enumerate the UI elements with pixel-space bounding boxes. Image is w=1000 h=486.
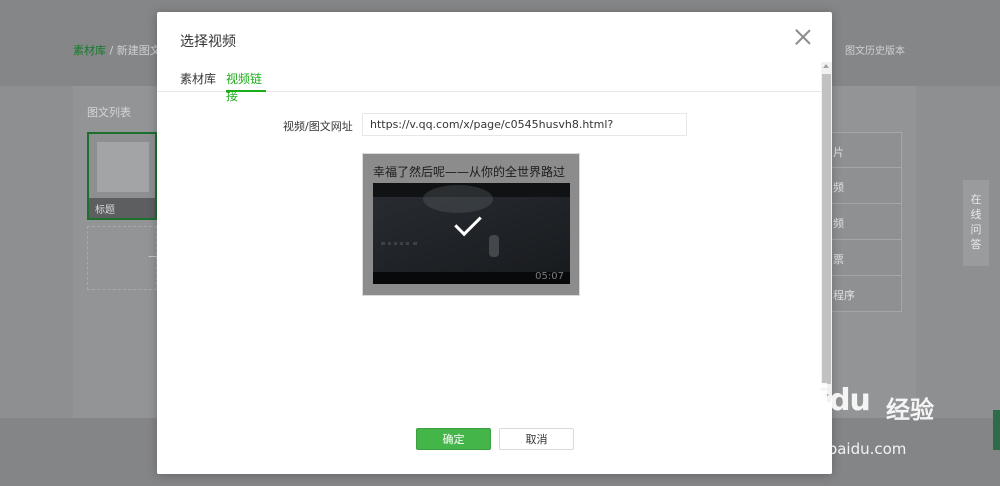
online-help-button[interactable]: 在 线 问 答: [963, 180, 989, 266]
video-url-input[interactable]: [362, 113, 687, 136]
url-label: 视频/图文网址: [283, 120, 353, 133]
article-card-title: 标题: [89, 198, 155, 218]
history-version-link[interactable]: 图文历史版本: [845, 42, 905, 57]
confirm-button[interactable]: 确定: [416, 428, 491, 450]
watermark-brand: Baidu: [768, 378, 871, 419]
insert-menu-item[interactable]: 票: [822, 240, 902, 276]
help-char: 问: [970, 223, 982, 236]
breadcrumb: 素材库 / 新建图文: [73, 42, 161, 58]
dialog-tabs: 素材库 视频链接: [157, 62, 821, 103]
insert-menu-item[interactable]: 程序: [822, 276, 902, 312]
help-char: 答: [970, 238, 982, 251]
dialog-scrollbar[interactable]: [821, 62, 832, 402]
watermark-url: jingyan.baidu.com: [768, 440, 907, 458]
baidu-jingyan-watermark: Baidu 经验 jingyan.baidu.com: [768, 378, 953, 464]
insert-menu: 片 频 频 票 程序: [822, 132, 902, 312]
scroll-thumb[interactable]: [822, 74, 831, 384]
tab-library[interactable]: 素材库: [180, 70, 216, 92]
selected-overlay: [363, 154, 579, 295]
add-article-box[interactable]: —: [87, 226, 160, 290]
article-list-title: 图文列表: [87, 106, 131, 119]
video-result-card[interactable]: 幸福了然后呢——从你的全世界路过 05:07: [362, 153, 580, 296]
scroll-up-icon[interactable]: [823, 64, 829, 68]
select-video-dialog: 选择视频 素材库 视频链接 视频/图文网址 幸福了然后呢——从你的全世界路过 0…: [157, 12, 832, 474]
insert-menu-item[interactable]: 片: [822, 132, 902, 168]
insert-menu-item[interactable]: 频: [822, 168, 902, 204]
page-scrollbar-thumb[interactable]: [993, 410, 1000, 450]
breadcrumb-current: 新建图文: [116, 44, 161, 57]
breadcrumb-home[interactable]: 素材库: [73, 44, 106, 57]
dialog-title: 选择视频: [180, 34, 236, 50]
image-placeholder-icon: [97, 142, 149, 192]
insert-menu-item[interactable]: 频: [822, 204, 902, 240]
watermark-cn: 经验: [886, 396, 934, 424]
help-char: 在: [970, 193, 982, 206]
checkmark-icon: [457, 206, 483, 246]
dialog-footer: 确定 取消: [157, 402, 832, 474]
close-icon[interactable]: [792, 26, 814, 48]
article-card[interactable]: 标题: [87, 132, 157, 220]
help-char: 线: [970, 208, 982, 221]
breadcrumb-separator: /: [109, 44, 114, 57]
cancel-button[interactable]: 取消: [499, 428, 574, 450]
tab-video-link[interactable]: 视频链接: [226, 70, 266, 103]
